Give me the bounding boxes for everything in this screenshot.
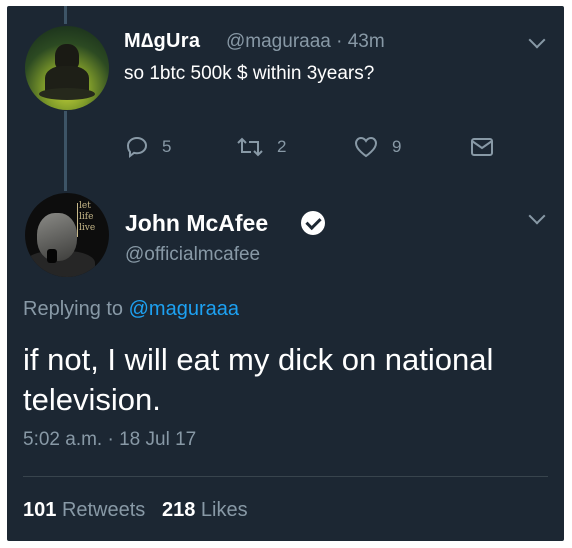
thread-connector — [64, 111, 67, 191]
reply-count: 5 — [162, 137, 172, 156]
heart-icon[interactable] — [353, 135, 379, 159]
chevron-down-icon[interactable] — [528, 31, 546, 49]
thread-connector-top — [64, 6, 67, 24]
parent-display-name[interactable]: M∆gUra — [124, 30, 200, 53]
tweet-stats: 101 Retweets 218 Likes — [23, 499, 248, 522]
verified-badge-icon — [301, 211, 325, 235]
retweet-icon[interactable] — [236, 135, 264, 159]
tweet-timestamp[interactable]: 5:02 a.m. · 18 Jul 17 — [23, 429, 196, 451]
likes-stat[interactable]: 218 Likes — [162, 499, 248, 521]
main-tweet-text: if not, I will eat my dick on national t… — [23, 342, 494, 417]
main-avatar[interactable]: let life live — [25, 193, 109, 277]
tweet-card: M∆gUra @maguraaa · 43m so 1btc 500k $ wi… — [7, 6, 564, 541]
main-display-name[interactable]: John McAfee — [125, 210, 268, 237]
reply-icon[interactable] — [125, 135, 149, 159]
replying-mention-link[interactable]: @maguraaa — [129, 298, 239, 320]
avatar-tagline: let life live — [79, 201, 96, 233]
like-count: 9 — [392, 137, 402, 156]
divider — [23, 476, 548, 477]
parent-handle-time: @maguraaa · 43m — [226, 31, 385, 52]
chevron-down-icon[interactable] — [528, 207, 546, 225]
parent-avatar[interactable] — [25, 26, 109, 110]
retweet-count: 2 — [277, 137, 287, 156]
main-handle[interactable]: @officialmcafee — [125, 244, 260, 266]
envelope-icon[interactable] — [469, 135, 495, 159]
parent-tweet-text: so 1btc 500k $ within 3years? — [124, 63, 375, 84]
retweets-stat[interactable]: 101 Retweets — [23, 499, 145, 521]
replying-to: Replying to @maguraaa — [23, 298, 239, 320]
